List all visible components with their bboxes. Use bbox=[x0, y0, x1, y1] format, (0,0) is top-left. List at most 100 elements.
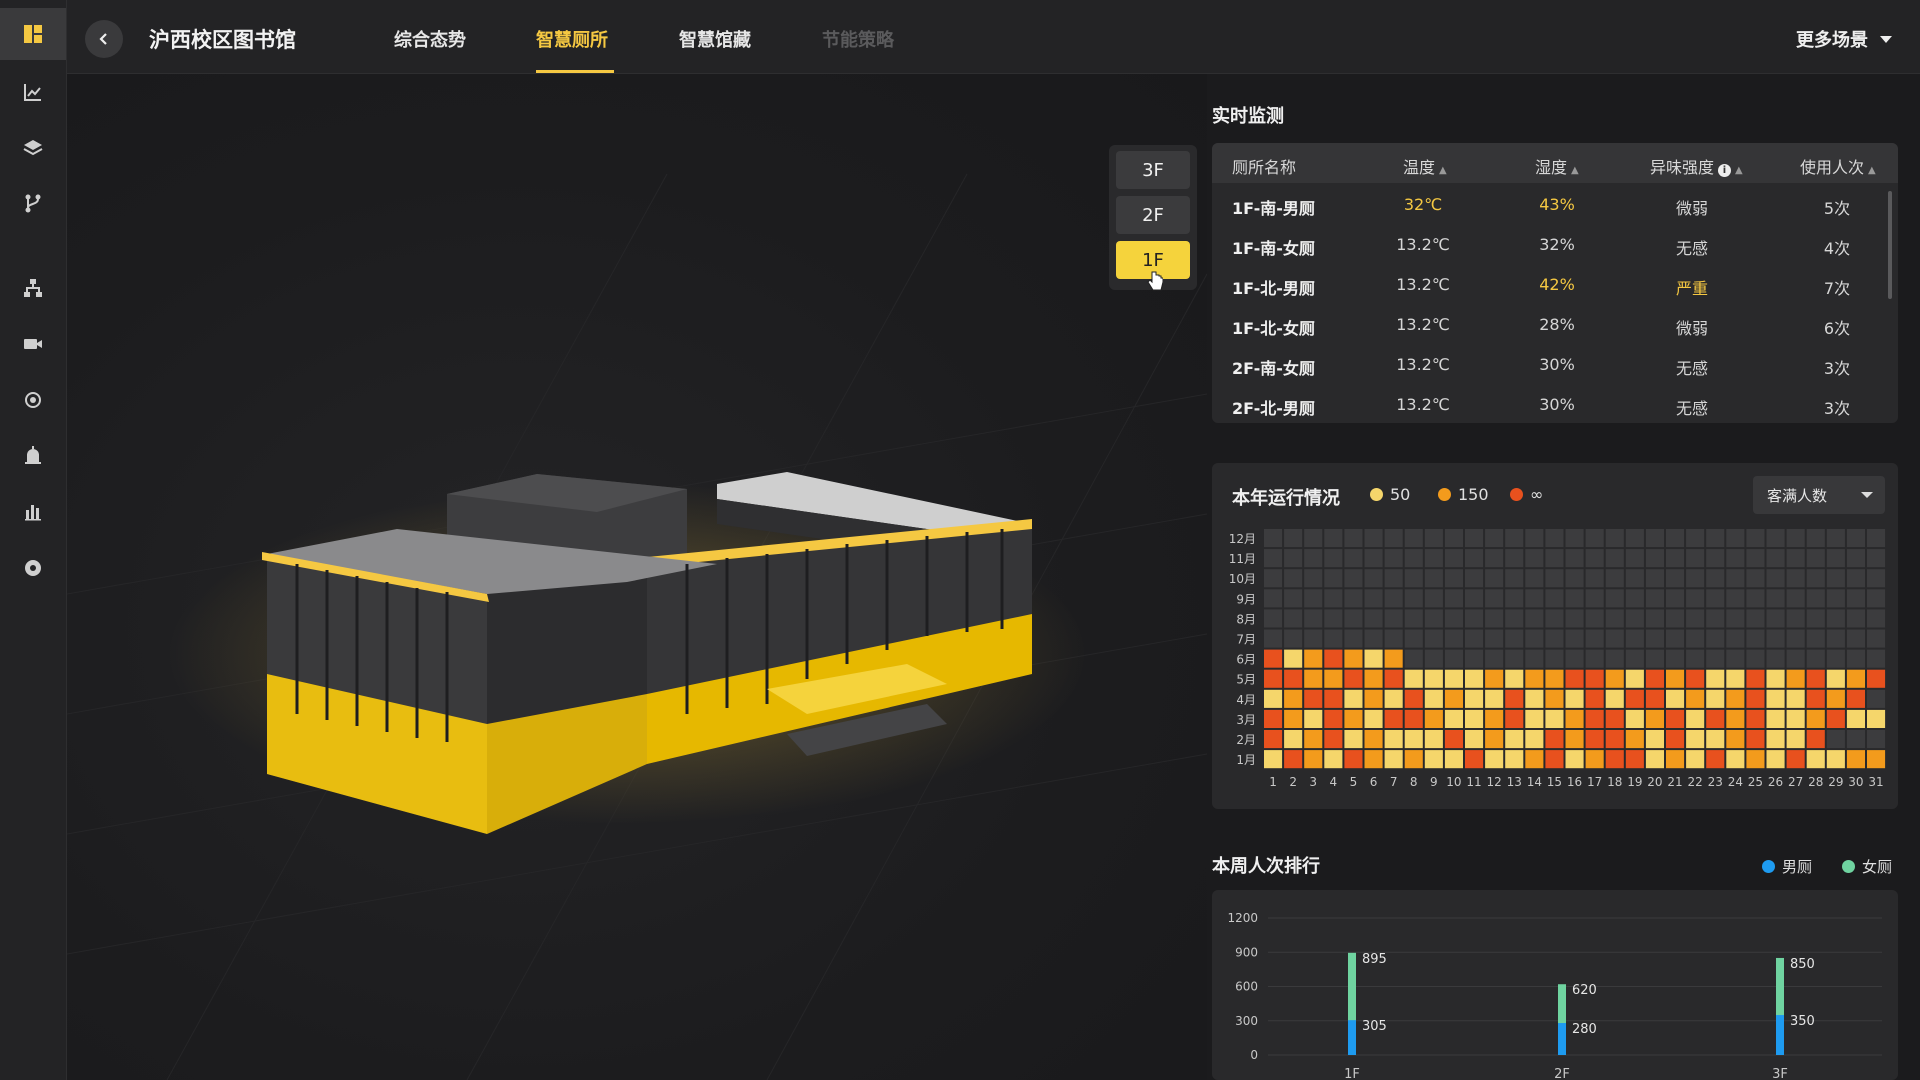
heatmap-cell[interactable] bbox=[1465, 689, 1484, 708]
heatmap-cell[interactable] bbox=[1605, 750, 1624, 769]
heatmap-cell[interactable] bbox=[1746, 529, 1765, 548]
heatmap-cell[interactable] bbox=[1846, 629, 1865, 648]
heatmap-cell[interactable] bbox=[1444, 569, 1463, 588]
heatmap-cell[interactable] bbox=[1706, 589, 1725, 608]
heatmap-cell[interactable] bbox=[1746, 609, 1765, 628]
heatmap-cell[interactable] bbox=[1284, 569, 1303, 588]
heatmap-cell[interactable] bbox=[1846, 589, 1865, 608]
heatmap-cell[interactable] bbox=[1404, 609, 1423, 628]
heatmap-cell[interactable] bbox=[1706, 649, 1725, 668]
heatmap-cell[interactable] bbox=[1545, 649, 1564, 668]
heatmap-cell[interactable] bbox=[1686, 730, 1705, 749]
heatmap-cell[interactable] bbox=[1304, 689, 1323, 708]
heatmap-cell[interactable] bbox=[1686, 689, 1705, 708]
heatmap-cell[interactable] bbox=[1565, 549, 1584, 568]
heatmap-cell[interactable] bbox=[1545, 609, 1564, 628]
heatmap-cell[interactable] bbox=[1364, 569, 1383, 588]
heatmap-cell[interactable] bbox=[1264, 569, 1283, 588]
heatmap-cell[interactable] bbox=[1686, 529, 1705, 548]
heatmap-cell[interactable] bbox=[1465, 709, 1484, 728]
heatmap-cell[interactable] bbox=[1766, 589, 1785, 608]
disc-icon[interactable] bbox=[0, 548, 66, 588]
heatmap-cell[interactable] bbox=[1505, 709, 1524, 728]
heatmap-cell[interactable] bbox=[1585, 689, 1604, 708]
heatmap-cell[interactable] bbox=[1686, 750, 1705, 769]
heatmap-cell[interactable] bbox=[1565, 569, 1584, 588]
heatmap-cell[interactable] bbox=[1846, 730, 1865, 749]
heatmap-cell[interactable] bbox=[1384, 629, 1403, 648]
heatmap-cell[interactable] bbox=[1424, 569, 1443, 588]
heatmap-cell[interactable] bbox=[1284, 669, 1303, 688]
heatmap-cell[interactable] bbox=[1384, 529, 1403, 548]
heatmap-cell[interactable] bbox=[1846, 609, 1865, 628]
heatmap-cell[interactable] bbox=[1867, 589, 1886, 608]
heatmap-cell[interactable] bbox=[1364, 709, 1383, 728]
heatmap-cell[interactable] bbox=[1867, 709, 1886, 728]
heatmap-cell[interactable] bbox=[1867, 669, 1886, 688]
heatmap-cell[interactable] bbox=[1867, 689, 1886, 708]
heatmap-cell[interactable] bbox=[1826, 529, 1845, 548]
heatmap-cell[interactable] bbox=[1806, 669, 1825, 688]
heatmap-cell[interactable] bbox=[1324, 689, 1343, 708]
heatmap-cell[interactable] bbox=[1525, 589, 1544, 608]
heatmap-cell[interactable] bbox=[1344, 549, 1363, 568]
heatmap-cell[interactable] bbox=[1284, 629, 1303, 648]
heatmap-cell[interactable] bbox=[1726, 669, 1745, 688]
tab-smart-collection[interactable]: 智慧馆藏 bbox=[679, 26, 751, 52]
heatmap-cell[interactable] bbox=[1444, 649, 1463, 668]
heatmap-cell[interactable] bbox=[1444, 629, 1463, 648]
heatmap-cell[interactable] bbox=[1344, 730, 1363, 749]
heatmap-cell[interactable] bbox=[1766, 529, 1785, 548]
heatmap-cell[interactable] bbox=[1565, 669, 1584, 688]
heatmap-cell[interactable] bbox=[1806, 589, 1825, 608]
heatmap-cell[interactable] bbox=[1846, 750, 1865, 769]
heatmap-cell[interactable] bbox=[1706, 549, 1725, 568]
heatmap-cell[interactable] bbox=[1605, 589, 1624, 608]
heatmap-cell[interactable] bbox=[1786, 629, 1805, 648]
heatmap-cell[interactable] bbox=[1444, 669, 1463, 688]
heatmap-cell[interactable] bbox=[1304, 549, 1323, 568]
heatmap-cell[interactable] bbox=[1344, 529, 1363, 548]
heatmap-cell[interactable] bbox=[1726, 529, 1745, 548]
heatmap-cell[interactable] bbox=[1384, 609, 1403, 628]
heatmap-cell[interactable] bbox=[1706, 689, 1725, 708]
heatmap-cell[interactable] bbox=[1284, 589, 1303, 608]
heatmap-cell[interactable] bbox=[1545, 589, 1564, 608]
heatmap-cell[interactable] bbox=[1806, 569, 1825, 588]
heatmap-cell[interactable] bbox=[1605, 649, 1624, 668]
heatmap-cell[interactable] bbox=[1625, 750, 1644, 769]
heatmap-cell[interactable] bbox=[1746, 649, 1765, 668]
heatmap-cell[interactable] bbox=[1726, 709, 1745, 728]
bar-male[interactable] bbox=[1776, 1015, 1784, 1055]
heatmap-cell[interactable] bbox=[1625, 669, 1644, 688]
heatmap-cell[interactable] bbox=[1344, 609, 1363, 628]
heatmap-cell[interactable] bbox=[1304, 589, 1323, 608]
heatmap-cell[interactable] bbox=[1304, 529, 1323, 548]
heatmap-cell[interactable] bbox=[1525, 689, 1544, 708]
heatmap-cell[interactable] bbox=[1625, 709, 1644, 728]
heatmap-cell[interactable] bbox=[1304, 709, 1323, 728]
heatmap-cell[interactable] bbox=[1666, 709, 1685, 728]
heatmap-cell[interactable] bbox=[1806, 730, 1825, 749]
heatmap-cell[interactable] bbox=[1284, 549, 1303, 568]
org-chart-icon[interactable] bbox=[0, 268, 66, 308]
heatmap-cell[interactable] bbox=[1605, 629, 1624, 648]
heatmap-cell[interactable] bbox=[1324, 669, 1343, 688]
heatmap-cell[interactable] bbox=[1404, 589, 1423, 608]
heatmap-cell[interactable] bbox=[1706, 669, 1725, 688]
col-header-humidity[interactable]: 湿度 ▲ bbox=[1535, 154, 1579, 178]
heatmap-cell[interactable] bbox=[1364, 730, 1383, 749]
heatmap-cell[interactable] bbox=[1867, 750, 1886, 769]
heatmap-cell[interactable] bbox=[1666, 529, 1685, 548]
heatmap-cell[interactable] bbox=[1465, 589, 1484, 608]
heatmap-cell[interactable] bbox=[1726, 609, 1745, 628]
heatmap-cell[interactable] bbox=[1585, 609, 1604, 628]
heatmap-cell[interactable] bbox=[1545, 629, 1564, 648]
heatmap-cell[interactable] bbox=[1465, 649, 1484, 668]
heatmap-cell[interactable] bbox=[1605, 730, 1624, 749]
heatmap-cell[interactable] bbox=[1545, 750, 1564, 769]
heatmap-cell[interactable] bbox=[1706, 569, 1725, 588]
dashboard-icon[interactable] bbox=[0, 8, 66, 60]
floor-button-3f[interactable]: 3F bbox=[1116, 151, 1190, 189]
heatmap-cell[interactable] bbox=[1666, 629, 1685, 648]
